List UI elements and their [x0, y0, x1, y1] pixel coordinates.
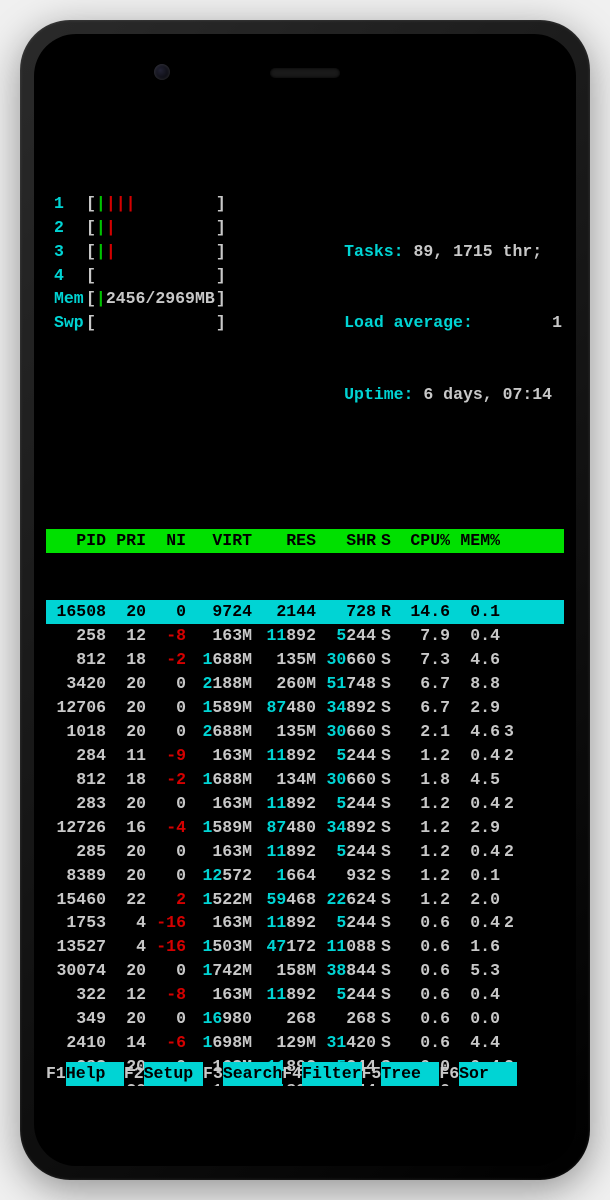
swp-meter: Swp[ ]: [50, 311, 226, 335]
phone-inner: 1[|||| ]2[|| ]3[|| ]4[ ]Mem[|2456/2969MB…: [34, 34, 576, 1166]
process-row[interactable]: 1650820097242144728R14.60.1: [46, 600, 564, 624]
load-value: 1: [552, 313, 562, 332]
process-row[interactable]: 81218-21688M135M30660S7.34.6: [46, 648, 564, 672]
col-mempct[interactable]: MEM%: [450, 529, 500, 553]
fnlabel-tree[interactable]: Tree: [381, 1062, 439, 1086]
col-pri[interactable]: PRI: [106, 529, 146, 553]
terminal-screen[interactable]: 1[|||| ]2[|| ]3[|| ]4[ ]Mem[|2456/2969MB…: [46, 114, 564, 1086]
process-row[interactable]: 283200163M118925244S1.20.42: [46, 792, 564, 816]
process-row[interactable]: 241014-61698M129M31420S0.64.4: [46, 1031, 564, 1055]
process-row[interactable]: 135274-161503M4717211088S0.61.6: [46, 935, 564, 959]
process-row[interactable]: 81218-21688M134M30660S1.84.5: [46, 768, 564, 792]
phone-frame: 1[|||| ]2[|| ]3[|| ]4[ ]Mem[|2456/2969MB…: [20, 20, 590, 1180]
fnkey-f4[interactable]: F4: [282, 1062, 302, 1086]
footer-bar[interactable]: F1Help F2Setup F3SearchF4FilterF5Tree F6…: [46, 1062, 564, 1086]
fnkey-f5[interactable]: F5: [362, 1062, 382, 1086]
load-label: Load average:: [344, 313, 473, 332]
uptime-label: Uptime:: [344, 385, 413, 404]
process-row[interactable]: 127062001589M8748034892S6.72.9: [46, 696, 564, 720]
fnkey-f2[interactable]: F2: [124, 1062, 144, 1086]
process-row[interactable]: 285200163M118925244S1.20.42: [46, 840, 564, 864]
cpu-meter-2: 2[|| ]: [50, 216, 226, 240]
col-res[interactable]: RES: [252, 529, 316, 553]
process-row[interactable]: 8389200125721664932S1.20.1: [46, 864, 564, 888]
col-s[interactable]: S: [376, 529, 396, 553]
process-row[interactable]: 25812-8163M118925244S7.90.4: [46, 624, 564, 648]
column-header[interactable]: PIDPRINIVIRTRESSHRSCPU%MEM%: [46, 529, 564, 553]
header-block: 1[|||| ]2[|| ]3[|| ]4[ ]Mem[|2456/2969MB…: [46, 186, 564, 457]
fnkey-f3[interactable]: F3: [203, 1062, 223, 1086]
process-row[interactable]: 10182002688M135M30660S2.14.63: [46, 720, 564, 744]
fnkey-f6[interactable]: F6: [439, 1062, 459, 1086]
fnlabel-help[interactable]: Help: [66, 1062, 124, 1086]
process-list[interactable]: 1650820097242144728R14.60.125812-8163M11…: [46, 600, 564, 1086]
stats-block: Tasks: 89, 1715 thr; Load average: 1 Upt…: [344, 192, 562, 455]
col-shr[interactable]: SHR: [316, 529, 376, 553]
tasks-label: Tasks:: [344, 242, 403, 261]
fnkey-f1[interactable]: F1: [46, 1062, 66, 1086]
process-row[interactable]: 300742001742M158M38844S0.65.3: [46, 959, 564, 983]
col-ni[interactable]: NI: [146, 529, 186, 553]
process-row[interactable]: 34920016980268268S0.60.0: [46, 1007, 564, 1031]
process-row[interactable]: 17534-16163M118925244S0.60.42: [46, 911, 564, 935]
cpu-meters: 1[|||| ]2[|| ]3[|| ]4[ ]Mem[|2456/2969MB…: [50, 192, 226, 455]
cpu-meter-4: 4[ ]: [50, 264, 226, 288]
cpu-meter-1: 1[|||| ]: [50, 192, 226, 216]
col-cpupct[interactable]: CPU%: [396, 529, 450, 553]
process-row[interactable]: 34202002188M260M51748S6.78.8: [46, 672, 564, 696]
cpu-meter-3: 3[|| ]: [50, 240, 226, 264]
col-virt[interactable]: VIRT: [186, 529, 252, 553]
col-pid[interactable]: PID: [46, 529, 106, 553]
tasks-value: 89, 1715 thr;: [413, 242, 542, 261]
process-row[interactable]: 154602221522M5946822624S1.22.0: [46, 888, 564, 912]
mem-meter: Mem[|2456/2969MB]: [50, 287, 226, 311]
uptime-value: 6 days, 07:14: [423, 385, 552, 404]
speaker-icon: [270, 68, 340, 78]
process-row[interactable]: 28411-9163M118925244S1.20.42: [46, 744, 564, 768]
fnlabel-search[interactable]: Search: [223, 1062, 282, 1086]
fnlabel-setup[interactable]: Setup: [144, 1062, 203, 1086]
process-row[interactable]: 32212-8163M118925244S0.60.4: [46, 983, 564, 1007]
process-row[interactable]: 1272616-41589M8748034892S1.22.9: [46, 816, 564, 840]
fnlabel-sor[interactable]: Sor: [459, 1062, 517, 1086]
fnlabel-filter[interactable]: Filter: [302, 1062, 361, 1086]
camera-icon: [154, 64, 170, 80]
